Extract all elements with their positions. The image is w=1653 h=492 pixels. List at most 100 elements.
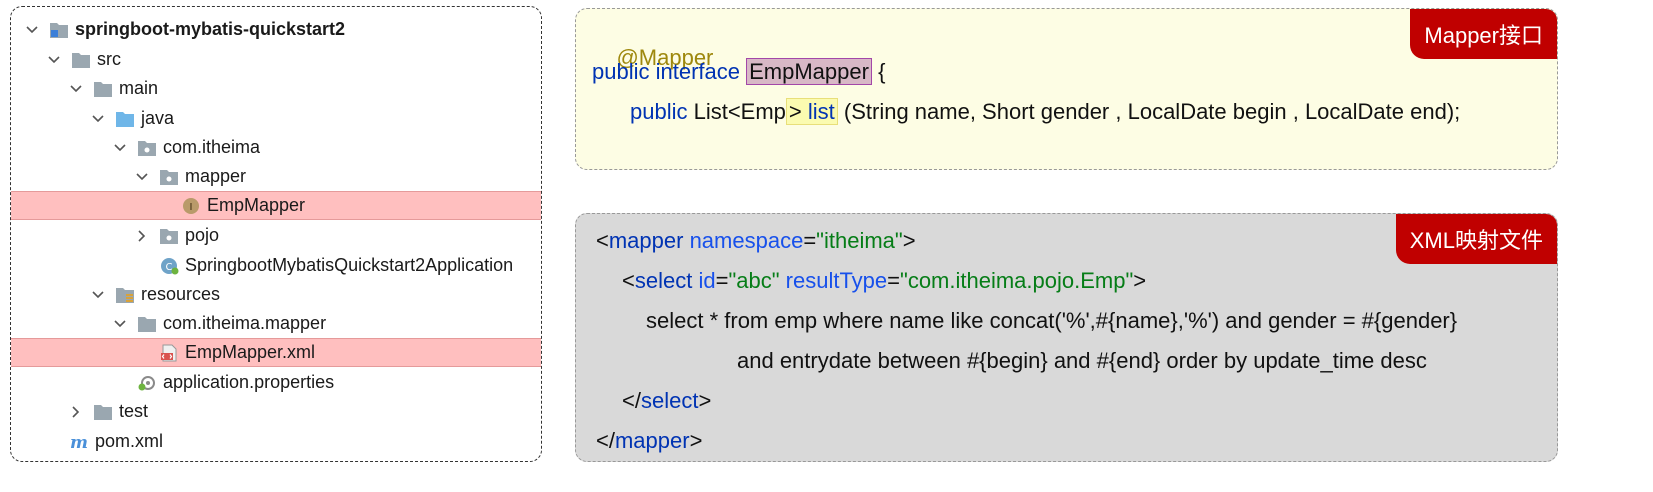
mapper-tag: mapper [614, 428, 690, 453]
properties-file-icon [137, 374, 157, 392]
tree-label: main [119, 78, 159, 98]
chevron-down-icon[interactable] [113, 141, 127, 155]
namespace-value: "itheima" [816, 228, 903, 253]
tree-item-mapper[interactable]: mapper [11, 162, 541, 191]
tree-label: test [119, 401, 149, 421]
tree-item-com-itheima-mapper[interactable]: com.itheima.mapper [11, 309, 541, 338]
tree-label: pojo [185, 225, 220, 245]
resources-folder-icon [115, 286, 135, 304]
folder-icon [93, 80, 113, 98]
tree-item-emp-mapper-xml[interactable]: EmpMapper.xml [11, 338, 541, 367]
close-lt-symbol: </ [596, 428, 615, 453]
chevron-down-icon[interactable] [91, 112, 105, 126]
mapper-tag: mapper [608, 228, 684, 253]
tree-item-src[interactable]: src [11, 45, 541, 74]
chevron-down-icon[interactable] [113, 317, 127, 331]
keyword-public-interface: public interface [592, 59, 740, 84]
select-tag: select [634, 268, 693, 293]
code-line-method: public List<Emp > list (String name, Shor… [630, 98, 1461, 125]
tree-label: pom.xml [95, 431, 164, 451]
chevron-down-icon[interactable] [69, 82, 83, 96]
result-type-attr: resultType [779, 268, 888, 293]
method-name-highlight: > list [785, 98, 838, 125]
xml-file-icon [159, 344, 179, 362]
tree-item-main[interactable]: main [11, 74, 541, 103]
close-brace: } [616, 166, 623, 169]
tree-label: SpringbootMybatisQuickstart2Application [185, 255, 514, 275]
tree-item-root[interactable]: springboot-mybatis-quickstart2 [11, 15, 541, 44]
svg-text:I: I [190, 202, 193, 213]
svg-text:m: m [70, 433, 88, 451]
tree-label: com.itheima [163, 137, 261, 157]
close-lt-symbol: </ [622, 388, 641, 413]
package-icon [159, 227, 179, 245]
spring-boot-class-icon: C [159, 257, 179, 275]
interface-name-highlight: EmpMapper [746, 58, 872, 85]
lt-symbol: < [596, 228, 609, 253]
tree-label: resources [141, 284, 221, 304]
eq-symbol: = [803, 228, 817, 253]
folder-icon [137, 315, 157, 333]
sql-line-2: and entrydate between #{begin} and #{end… [737, 348, 1427, 373]
svg-text:C: C [166, 262, 173, 273]
tree-label: com.itheima.mapper [163, 313, 327, 333]
tree-label: application.properties [163, 372, 335, 392]
chevron-down-icon[interactable] [25, 23, 39, 37]
code-line-annotation: @Mapper [592, 19, 713, 97]
tree-item-app-class[interactable]: C SpringbootMybatisQuickstart2Applicatio… [11, 251, 541, 280]
keyword-public: public [630, 99, 688, 124]
chevron-down-icon[interactable] [91, 288, 105, 302]
tree-label: springboot-mybatis-quickstart2 [75, 19, 346, 39]
tree-item-pom[interactable]: m pom.xml [11, 427, 541, 456]
result-type-value: "com.itheima.pojo.Emp" [900, 268, 1134, 293]
open-brace: { [871, 59, 886, 84]
source-folder-icon [115, 110, 135, 128]
package-icon [137, 139, 157, 157]
mapper-interface-badge: Mapper接口 [1410, 9, 1557, 59]
tree-item-emp-mapper[interactable]: I EmpMapper [11, 191, 541, 220]
select-tag: select [640, 388, 699, 413]
chevron-down-icon[interactable] [47, 53, 61, 67]
module-folder-icon [49, 21, 69, 39]
tree-label: EmpMapper.xml [185, 342, 316, 362]
method-params: (String name, Short gender , LocalDate b… [837, 99, 1461, 124]
lt-symbol: < [622, 268, 635, 293]
id-value: "abc" [728, 268, 780, 293]
gt-symbol: > [902, 228, 916, 253]
xml-line-select-close: </select> [622, 388, 711, 414]
gt-symbol: > [1133, 268, 1147, 293]
gt-symbol: > [698, 388, 712, 413]
tree-item-com-itheima[interactable]: com.itheima [11, 133, 541, 162]
chevron-right-icon[interactable] [69, 405, 83, 419]
tree-item-app-properties[interactable]: application.properties [11, 368, 541, 397]
eq-symbol: = [887, 268, 901, 293]
maven-icon: m [69, 433, 89, 451]
eq-symbol: = [715, 268, 729, 293]
chevron-down-icon[interactable] [135, 170, 149, 184]
package-icon [159, 168, 179, 186]
interface-icon: I [181, 197, 201, 215]
tree-item-test[interactable]: test [11, 397, 541, 426]
tree-item-resources[interactable]: resources [11, 280, 541, 309]
method-name: list [801, 99, 835, 124]
xml-line-mapper-open: <mapper namespace="itheima"> [596, 228, 916, 254]
xml-line-select-open: <select id="abc" resultType="com.itheima… [622, 268, 1146, 294]
tree-label: EmpMapper [207, 195, 306, 215]
xml-line-mapper-close: </mapper> [596, 428, 702, 454]
folder-icon [71, 51, 91, 69]
gt-symbol: > [788, 99, 802, 124]
id-attr: id [692, 268, 716, 293]
folder-icon [93, 403, 113, 421]
mapper-interface-panel: Mapper接口 @Mapper public interface EmpMap… [575, 8, 1558, 170]
gt-symbol: > [689, 428, 703, 453]
namespace-attr: namespace [683, 228, 804, 253]
tree-label: mapper [185, 166, 247, 186]
xml-mapping-panel: XML映射文件 <mapper namespace="itheima"> <se… [575, 213, 1558, 462]
tree-item-java[interactable]: java [11, 104, 541, 133]
sql-line-1: select * from emp where name like concat… [646, 308, 1458, 333]
tree-item-pojo[interactable]: pojo [11, 221, 541, 250]
chevron-right-icon[interactable] [135, 229, 149, 243]
return-type: List<Emp [687, 99, 786, 124]
xml-mapping-badge: XML映射文件 [1395, 214, 1557, 264]
code-line-close: } [592, 140, 623, 169]
